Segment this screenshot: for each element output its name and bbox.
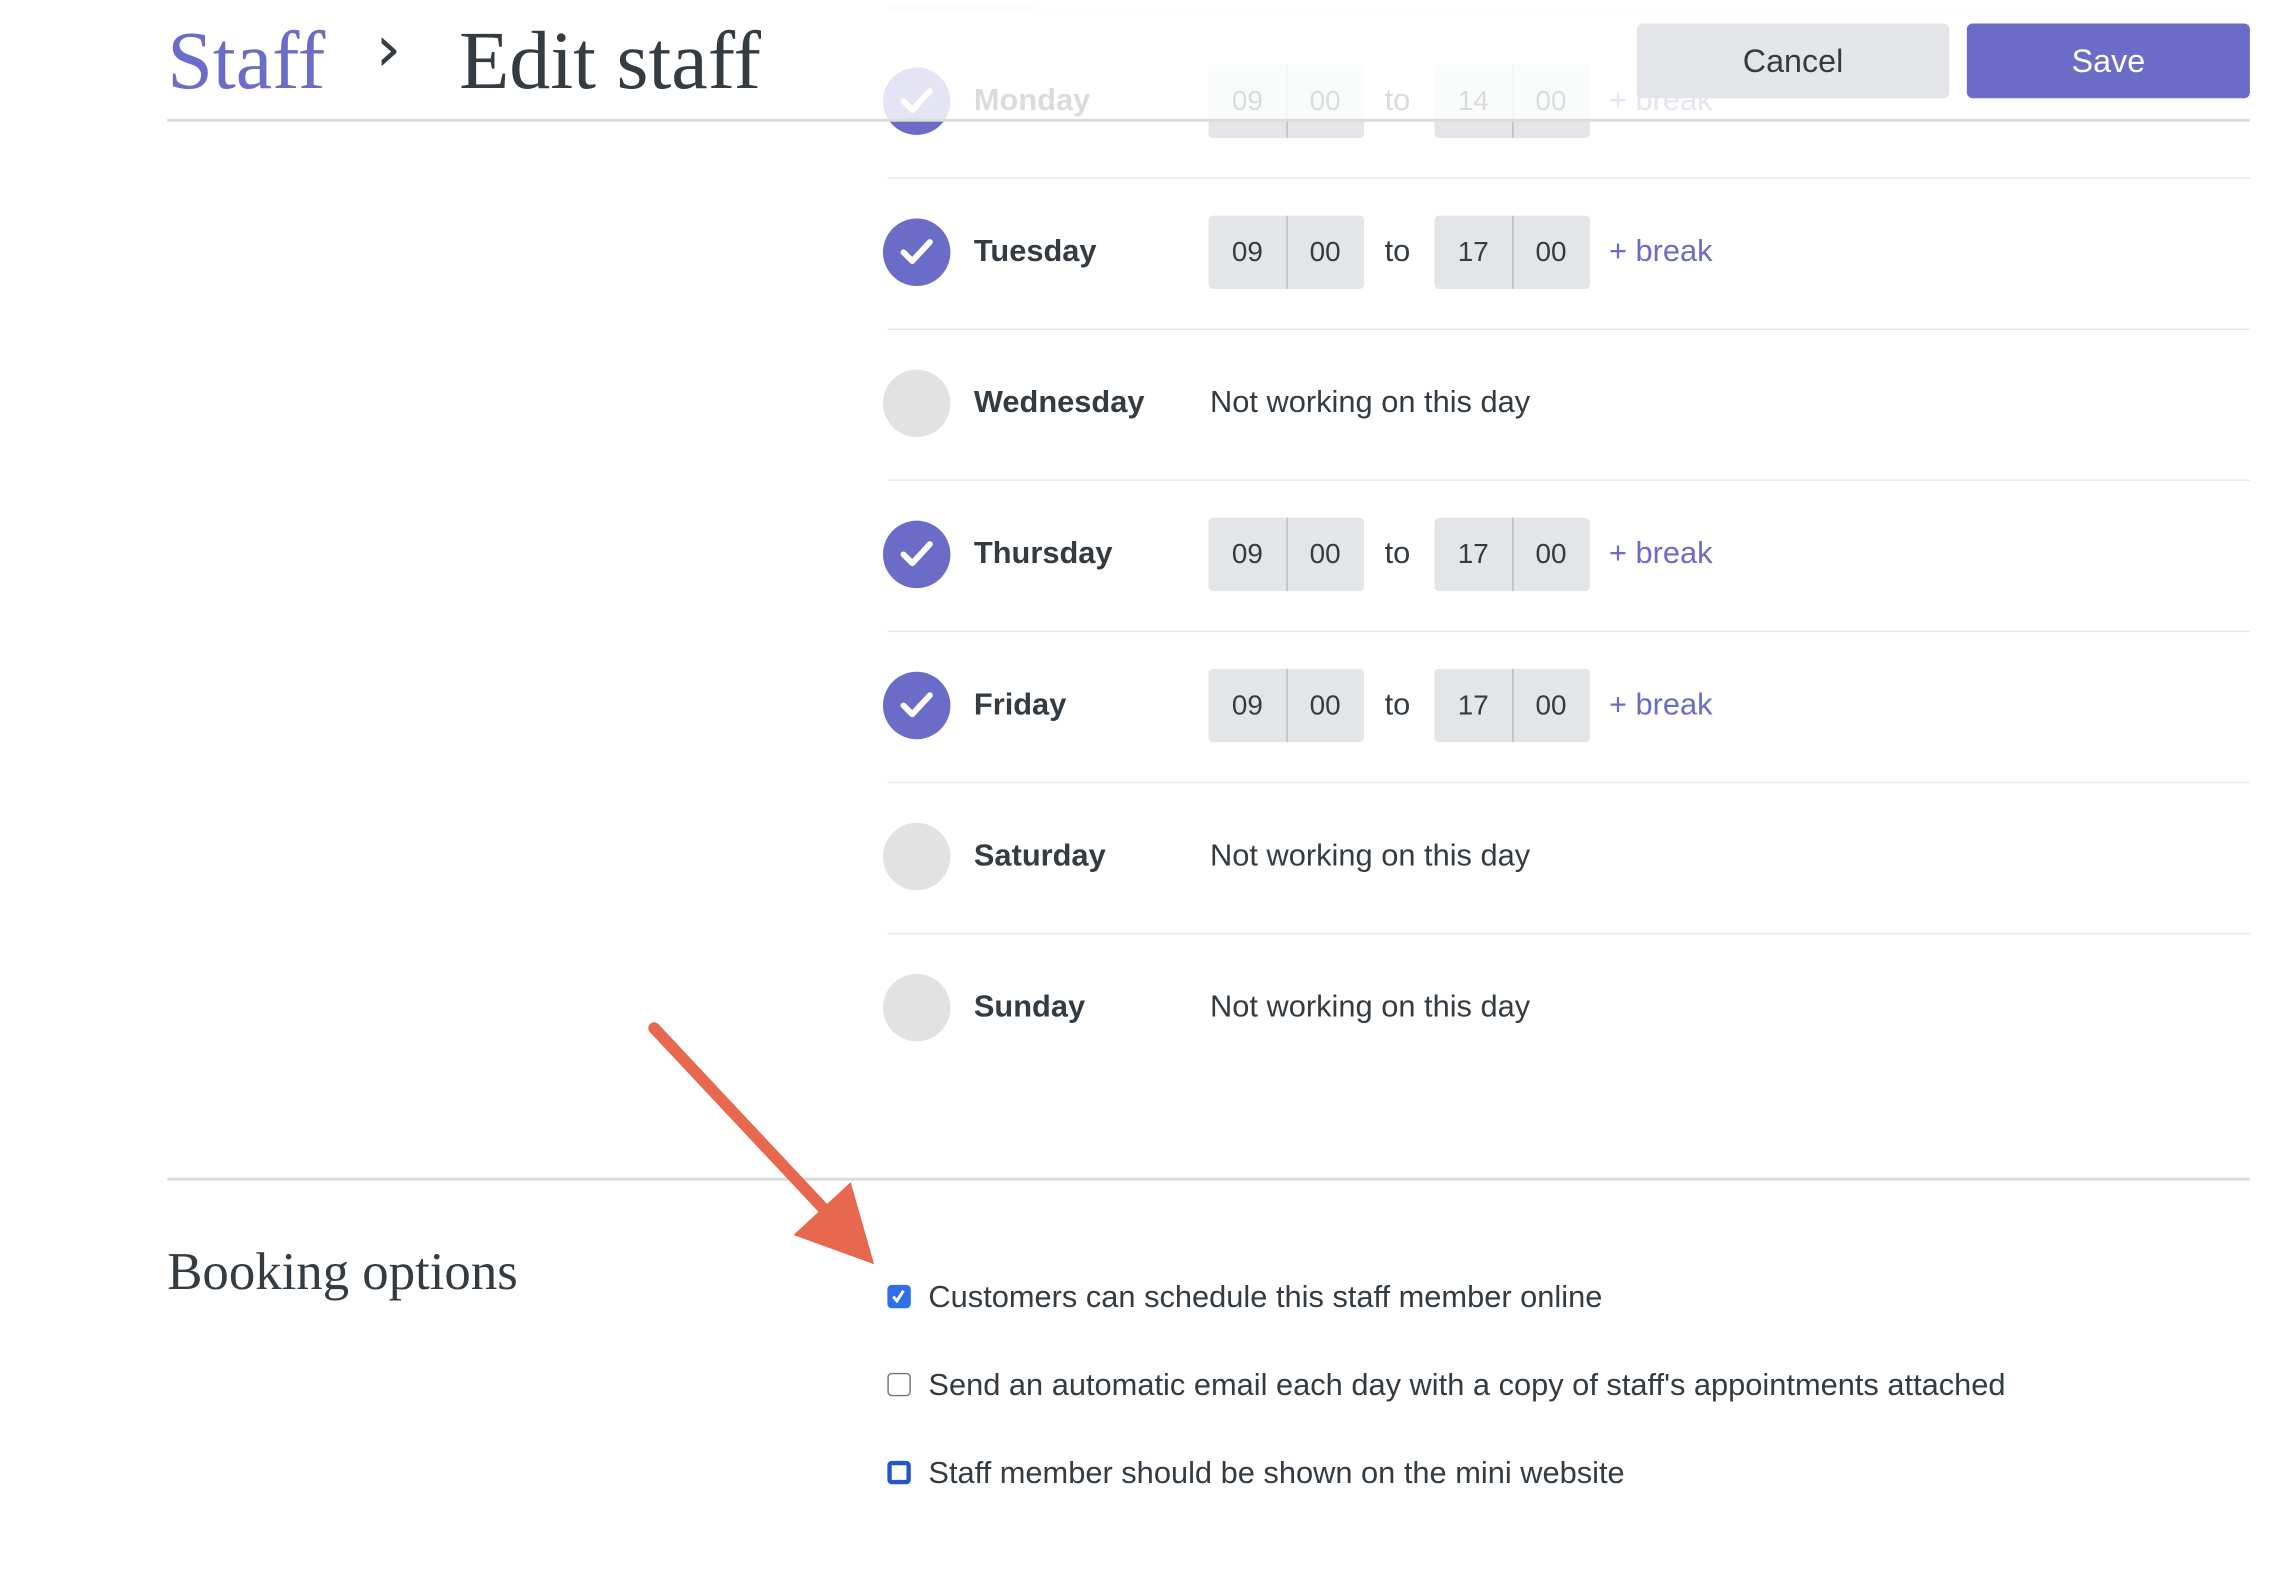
annotation-arrow-icon (648, 1022, 875, 1265)
